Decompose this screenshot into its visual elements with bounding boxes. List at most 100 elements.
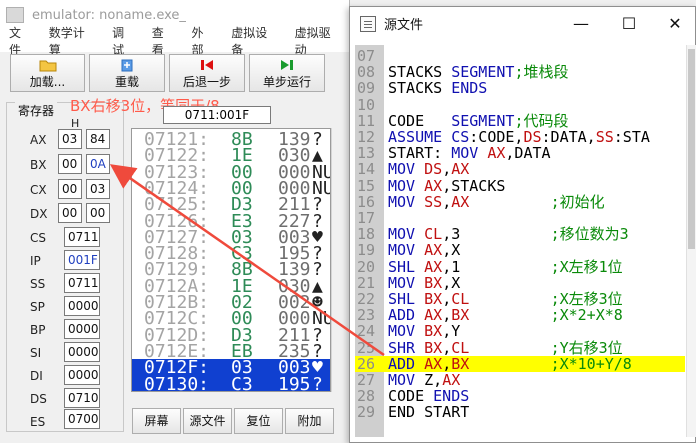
source-line[interactable]: 12 ASSUME CS:CODE,DS:DATA,SS:STA — [355, 129, 685, 145]
reg-label-di: DI — [30, 369, 43, 383]
address-field[interactable]: 0711:001F — [163, 106, 271, 124]
attach-button[interactable]: 附加 — [285, 408, 334, 434]
source-line[interactable]: 23 ADD AX,BX ;X*2+X*8 — [355, 307, 685, 323]
reg-si-value[interactable]: 0000 — [64, 342, 100, 362]
memory-row[interactable]: 07130: C3 195? — [132, 373, 330, 392]
step-back-icon — [199, 57, 215, 73]
step-run-button[interactable]: 单步运行 — [249, 54, 325, 92]
memory-address: 07130: — [144, 373, 210, 392]
source-line[interactable]: 17 — [355, 210, 685, 226]
memory-decimal: 195 — [278, 373, 311, 392]
source-code-view[interactable]: 07 08 STACKS SEGMENT;堆栈段 09 STACKS ENDS 10 11 C… — [355, 45, 685, 437]
source-text: START: MOV AX,DATA — [388, 144, 551, 163]
source-text: END START — [388, 403, 470, 422]
line-number: 09 — [357, 79, 376, 98]
memory-scrollbar[interactable] — [331, 128, 345, 392]
reg-label-bp: BP — [30, 323, 46, 337]
reg-bx-low[interactable]: 0A — [86, 154, 110, 174]
line-number: 20 — [357, 257, 376, 276]
source-line[interactable]: 22 SHL BX,CL ;X左移3位 — [355, 291, 685, 307]
line-number: 23 — [357, 306, 376, 325]
reg-label-cs: CS — [30, 231, 46, 245]
source-line[interactable]: 07 — [355, 48, 685, 64]
source-text: MOV AX,STACKS — [388, 176, 506, 195]
memory-view[interactable]: 07121:8B139?07122:1E030▲07123:00000NU071… — [131, 128, 331, 392]
reg-sp-value[interactable]: 0000 — [64, 296, 100, 316]
source-window-title: 源文件 — [384, 18, 424, 33]
screen-button[interactable]: 屏幕 — [132, 408, 181, 434]
source-line[interactable]: 29 END START — [355, 404, 685, 420]
source-line[interactable]: 20 SHL AX,1 ;X左移1位 — [355, 259, 685, 275]
maximize-button[interactable]: ☐ — [606, 7, 652, 40]
reg-label-dx: DX — [30, 207, 48, 221]
app-icon — [6, 7, 24, 23]
reg-ip-value[interactable]: 001F — [64, 250, 100, 270]
source-text: MOV CL,3 ;移位数为3 — [388, 225, 629, 244]
reg-dx-low[interactable]: 00 — [86, 203, 110, 223]
reg-cx-high[interactable]: 00 — [58, 179, 82, 199]
source-text: MOV AX,X — [388, 241, 461, 260]
reg-cs-value[interactable]: 0711 — [64, 227, 100, 247]
reg-cx-low[interactable]: 03 — [86, 179, 110, 199]
source-line[interactable]: 21 MOV BX,X — [355, 275, 685, 291]
line-number: 14 — [357, 160, 376, 179]
source-line[interactable]: 15 MOV AX,STACKS — [355, 178, 685, 194]
source-line[interactable]: 10 — [355, 97, 685, 113]
menu-external[interactable]: 外部 — [183, 24, 223, 58]
source-line[interactable]: 24 MOV BX,Y — [355, 323, 685, 339]
menu-view[interactable]: 查看 — [143, 24, 183, 58]
line-number: 24 — [357, 322, 376, 341]
source-line[interactable]: 27 MOV Z,AX — [355, 372, 685, 388]
source-line[interactable]: 09 STACKS ENDS — [355, 80, 685, 96]
folder-icon — [39, 57, 57, 73]
menu-virtual-drives[interactable]: 虚拟驱动 — [286, 24, 349, 58]
line-number: 28 — [357, 387, 376, 406]
source-line[interactable]: 11 CODE SEGMENT;代码段 — [355, 113, 685, 129]
reg-bp-value[interactable]: 0000 — [64, 319, 100, 339]
reg-di-value[interactable]: 0000 — [64, 365, 100, 385]
load-button[interactable]: 加载... — [10, 54, 85, 92]
menu-virtual-devices[interactable]: 虚拟设备 — [222, 24, 285, 58]
reg-label-si: SI — [30, 346, 42, 360]
minimize-button[interactable]: — — [558, 7, 604, 40]
source-line[interactable]: 25 SHR BX,CL ;Y右移3位 — [355, 340, 685, 356]
source-line[interactable]: 16 MOV SS,AX ;初始化 — [355, 194, 685, 210]
line-number: 18 — [357, 225, 376, 244]
source-line[interactable]: 28 CODE ENDS — [355, 388, 685, 404]
source-line[interactable]: 19 MOV AX,X — [355, 242, 685, 258]
reg-ds-value[interactable]: 0710 — [64, 388, 100, 408]
registers-title: 寄存器 — [15, 102, 58, 119]
reg-label-es: ES — [30, 415, 46, 429]
source-line[interactable]: 14 MOV DS,AX — [355, 161, 685, 177]
line-number: 22 — [357, 290, 376, 308]
source-line[interactable]: 18 MOV CL,3 ;移位数为3 — [355, 226, 685, 242]
menu-debug[interactable]: 调试 — [103, 24, 143, 58]
reg-es-value[interactable]: 0700 — [64, 409, 100, 429]
reg-dx-high[interactable]: 00 — [58, 203, 82, 223]
step-back-button[interactable]: 后退一步 — [169, 54, 245, 92]
reload-icon — [119, 57, 135, 73]
source-text: CODE SEGMENT;代码段 — [388, 111, 569, 130]
menu-file[interactable]: 文件 — [0, 24, 40, 58]
close-button[interactable]: ✕ — [652, 7, 696, 40]
menu-math[interactable]: 数学计算 — [40, 24, 103, 58]
reset-button[interactable]: 复位 — [234, 408, 283, 434]
line-number: 13 — [357, 144, 376, 163]
load-label: 加载... — [29, 74, 66, 89]
line-number: 15 — [357, 176, 376, 195]
line-number: 21 — [357, 273, 376, 292]
source-scrollbar[interactable] — [686, 45, 696, 437]
reg-bx-high[interactable]: 00 — [58, 154, 82, 174]
reload-button[interactable]: 重载 — [89, 54, 165, 92]
bottom-button-bar: 屏幕 源文件 复位 附加 — [132, 408, 334, 434]
reg-label-bx: BX — [30, 158, 47, 172]
reg-ss-value[interactable]: 0711 — [64, 273, 100, 293]
source-button[interactable]: 源文件 — [183, 408, 232, 434]
source-line[interactable]: 08 STACKS SEGMENT;堆栈段 — [355, 64, 685, 80]
reg-ax-high[interactable]: 03 — [58, 129, 82, 149]
reg-ax-low[interactable]: 84 — [86, 129, 110, 149]
source-scrollbar-thumb[interactable] — [688, 49, 695, 249]
source-line[interactable]: 26 ADD AX,BX ;X*10+Y/8 — [355, 355, 685, 372]
step-back-label: 后退一步 — [182, 74, 231, 89]
source-line[interactable]: 13 START: MOV AX,DATA — [355, 145, 685, 161]
